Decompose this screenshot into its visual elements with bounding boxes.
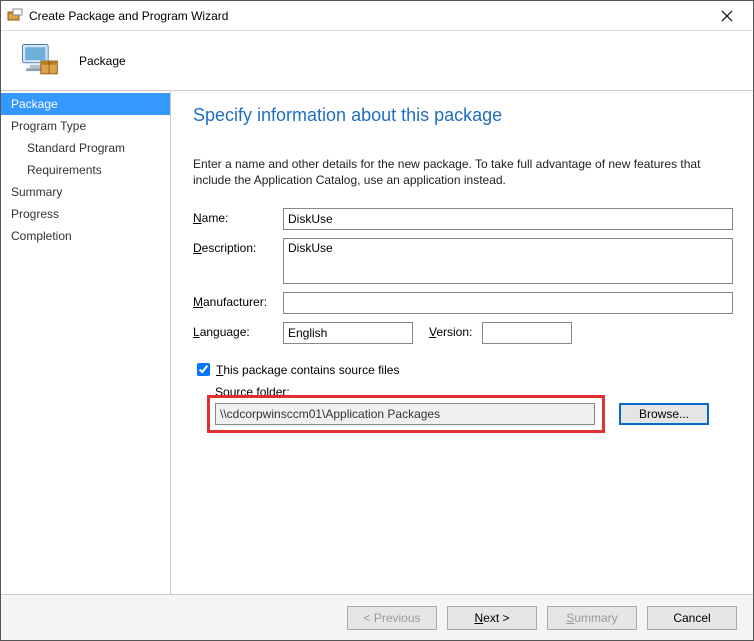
close-icon — [721, 10, 733, 22]
label-source-checkbox: This package contains source files — [216, 363, 399, 377]
source-files-checkbox[interactable] — [197, 363, 210, 376]
wizard-window: Create Package and Program Wizard Packag… — [0, 0, 754, 641]
source-block: Source folder: Browse... — [215, 385, 733, 425]
label-description: Description: — [193, 238, 283, 255]
content-panel: Specify information about this package E… — [171, 91, 753, 594]
browse-button[interactable]: Browse... — [619, 403, 709, 425]
page-name: Package — [79, 54, 126, 68]
app-icon — [7, 8, 23, 24]
page-header: Package — [1, 31, 753, 91]
label-name: Name: — [193, 208, 283, 225]
name-input[interactable] — [283, 208, 733, 230]
row-source-checkbox: This package contains source files — [193, 360, 733, 379]
window-title: Create Package and Program Wizard — [29, 9, 707, 23]
row-description: Description: DiskUse — [193, 238, 733, 284]
row-name: Name: — [193, 208, 733, 230]
sidebar-item-summary[interactable]: Summary — [1, 181, 170, 203]
close-button[interactable] — [707, 2, 747, 30]
titlebar: Create Package and Program Wizard — [1, 1, 753, 31]
label-version: Version: — [429, 322, 472, 339]
computer-package-icon — [17, 39, 61, 83]
sidebar-item-completion[interactable]: Completion — [1, 225, 170, 247]
sidebar-item-requirements[interactable]: Requirements — [1, 159, 170, 181]
row-language: Language: Version: — [193, 322, 733, 344]
previous-button: < Previous — [347, 606, 437, 630]
body: Package Program Type Standard Program Re… — [1, 91, 753, 594]
sidebar-item-progress[interactable]: Progress — [1, 203, 170, 225]
source-folder-input[interactable] — [215, 403, 595, 425]
manufacturer-input[interactable] — [283, 292, 733, 314]
row-source-folder: Browse... — [215, 403, 733, 425]
intro-text: Enter a name and other details for the n… — [193, 156, 733, 188]
sidebar-item-package[interactable]: Package — [1, 93, 170, 115]
label-source-folder: Source folder: — [215, 385, 733, 399]
version-input[interactable] — [482, 322, 572, 344]
next-button[interactable]: Next > — [447, 606, 537, 630]
source-path-wrap — [215, 403, 595, 425]
sidebar-item-program-type[interactable]: Program Type — [1, 115, 170, 137]
language-input[interactable] — [283, 322, 413, 344]
label-language: Language: — [193, 322, 283, 339]
sidebar-item-standard-program[interactable]: Standard Program — [1, 137, 170, 159]
wizard-footer: < Previous Next > Summary Cancel — [1, 594, 753, 640]
summary-button: Summary — [547, 606, 637, 630]
page-heading: Specify information about this package — [193, 105, 733, 126]
description-input[interactable]: DiskUse — [283, 238, 733, 284]
wizard-sidebar: Package Program Type Standard Program Re… — [1, 91, 171, 594]
label-manufacturer: Manufacturer: — [193, 292, 283, 309]
row-manufacturer: Manufacturer: — [193, 292, 733, 314]
cancel-button[interactable]: Cancel — [647, 606, 737, 630]
